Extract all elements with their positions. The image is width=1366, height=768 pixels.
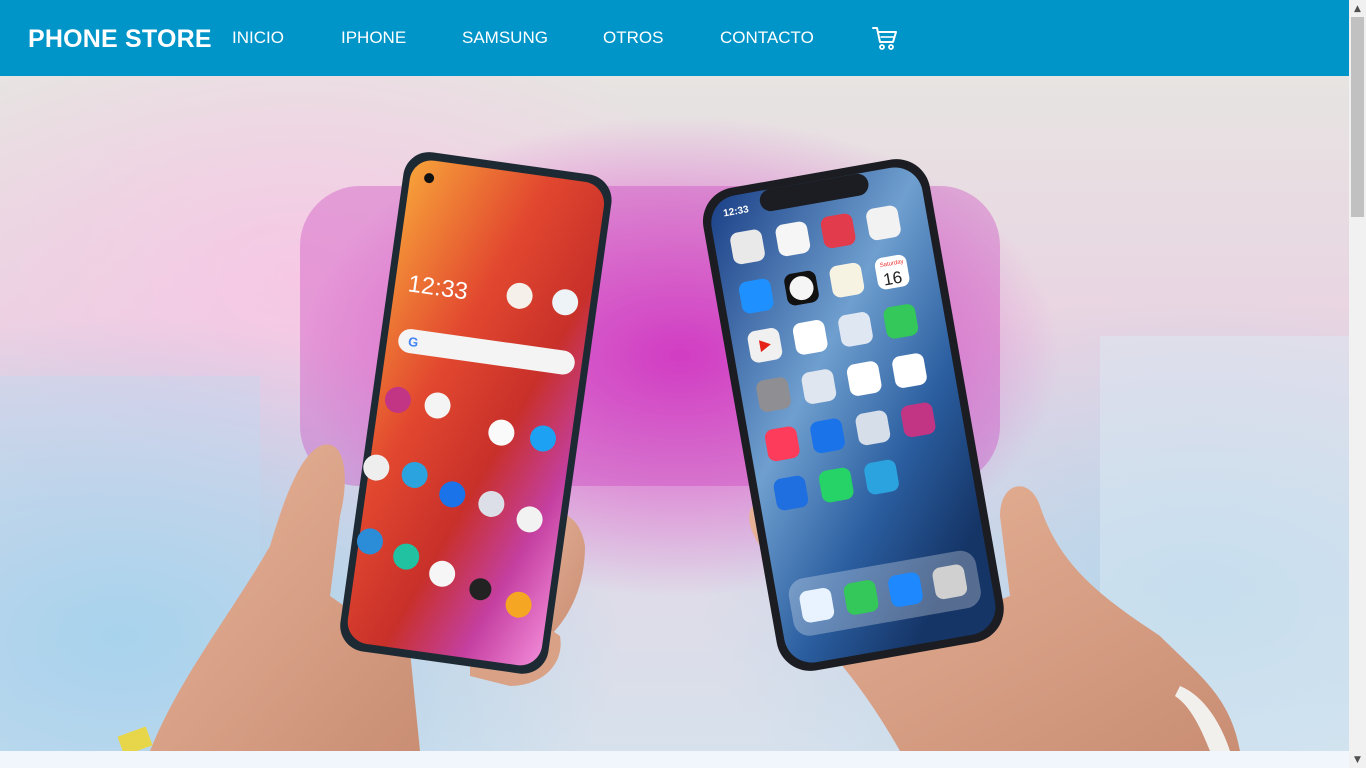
calendar-day: 16 — [882, 268, 904, 290]
top-navbar: PHONE STORE INICIO IPHONE SAMSUNG OTROS … — [0, 0, 1349, 76]
notes-icon — [829, 262, 865, 298]
scroll-up-arrow-icon[interactable]: ▲ — [1349, 0, 1366, 17]
maps-folder-icon — [866, 205, 901, 241]
hero-phones-image: 12:33 G 12:33 Saturday 16 — [0, 76, 1349, 751]
photos-icon — [846, 361, 882, 396]
social-folder-ios-icon — [801, 369, 837, 404]
nav-link-samsung[interactable]: SAMSUNG — [462, 28, 548, 48]
calculator-ios-icon — [730, 229, 765, 265]
nav-link-iphone[interactable]: IPHONE — [341, 28, 406, 48]
mail-icon — [888, 572, 923, 607]
nav-link-otros[interactable]: OTROS — [603, 28, 663, 48]
brand-logo[interactable]: PHONE STORE — [28, 24, 212, 54]
google-app-icon — [892, 353, 927, 388]
svg-text:G: G — [407, 334, 419, 350]
vertical-scrollbar[interactable]: ▲ ▼ — [1349, 0, 1366, 768]
settings-icon — [756, 377, 791, 412]
nav-link-contacto[interactable]: CONTACTO — [720, 28, 814, 48]
scroll-down-arrow-icon[interactable]: ▼ — [1349, 751, 1366, 768]
home-app-icon — [775, 221, 811, 257]
scrollbar-thumb[interactable] — [1351, 17, 1364, 217]
safari-icon — [799, 587, 835, 623]
page-bottom-strip — [0, 751, 1349, 768]
phone-ios-icon — [843, 580, 879, 615]
hero-illustration: 12:33 G 12:33 Saturday 16 — [0, 152, 1349, 751]
messages-icon — [883, 304, 919, 339]
messages-folder-icon — [838, 312, 873, 347]
telegram-ios-icon — [864, 459, 899, 495]
music-icon — [765, 426, 800, 462]
instagram-ios-icon — [900, 402, 936, 438]
app-store-icon — [738, 278, 774, 314]
whatsapp-icon — [818, 467, 854, 503]
inbox-icon — [810, 418, 845, 454]
droider-folder-icon — [855, 410, 891, 446]
page: PHONE STORE INICIO IPHONE SAMSUNG OTROS … — [0, 0, 1349, 768]
shopping-cart-icon[interactable] — [871, 24, 899, 52]
camera-ios-icon — [932, 564, 968, 600]
reminders-icon — [792, 320, 828, 355]
spark-icon — [773, 475, 809, 511]
stocard-icon — [820, 213, 856, 249]
nav-link-inicio[interactable]: INICIO — [232, 28, 284, 48]
